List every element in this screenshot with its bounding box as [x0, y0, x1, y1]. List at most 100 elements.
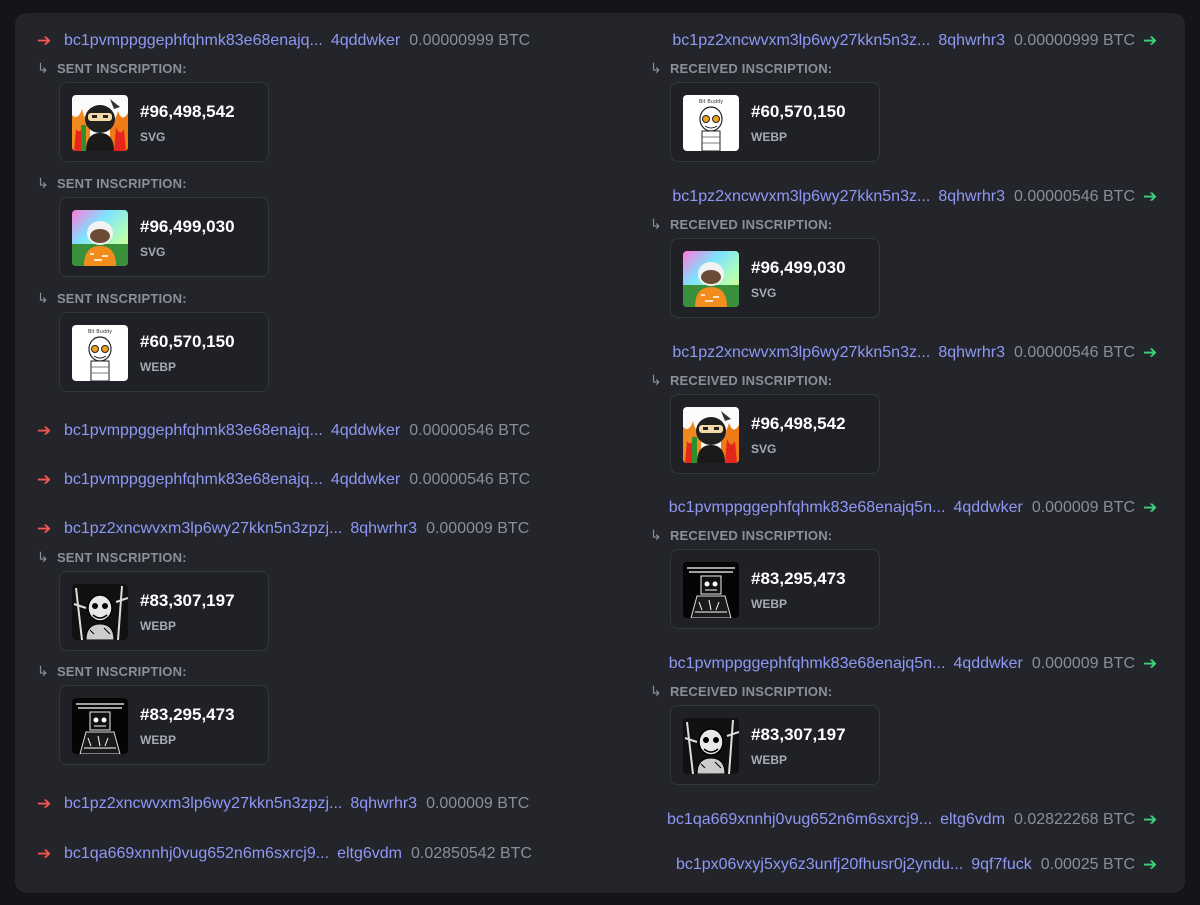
input-address-tail[interactable]: 4qddwker — [331, 32, 400, 50]
return-hook-icon: ↳ — [650, 215, 662, 232]
inscription-type: SVG — [140, 245, 166, 259]
input-address-link[interactable]: bc1qa669xnnhj0vug652n6m6sxrcj9... — [64, 845, 329, 863]
inscription-card[interactable]: #96,499,030 SVG — [59, 197, 269, 277]
input-address-link[interactable]: bc1pvmppggephfqhmk83e68enajq... — [64, 32, 323, 50]
inscription-thumbnail — [683, 407, 739, 463]
input-amount: 0.00000546 BTC — [409, 471, 531, 488]
input-row: ➔ bc1pvmppggephfqhmk83e68enajq... 4qddwk… — [37, 28, 530, 54]
inscription-card[interactable]: #83,307,197 WEBP — [670, 705, 880, 785]
input-amount: 0.000009 BTC — [426, 520, 530, 537]
inscription-card[interactable]: Bit Buddy #60,570,150 WEBP — [670, 82, 880, 162]
inscription-type: SVG — [140, 130, 166, 144]
output-address-link[interactable]: bc1px06vxyj5xy6z3unfj20fhusr0j2yndu... — [676, 856, 963, 874]
arrow-right-icon: ➔ — [1143, 855, 1158, 874]
output-amount: 0.00000999 BTC — [1014, 32, 1135, 49]
inscription-number: #96,499,030 — [751, 258, 846, 277]
input-address-link[interactable]: bc1pz2xncwvxm3lp6wy27kkn5n3zpzj... — [64, 795, 342, 813]
arrow-right-icon: ➔ — [37, 794, 52, 813]
input-address-link[interactable]: bc1pvmppggephfqhmk83e68enajq... — [64, 471, 323, 489]
output-address-tail[interactable]: 8qhwrhr3 — [938, 188, 1005, 206]
output-address-link[interactable]: bc1qa669xnnhj0vug652n6m6sxrcj9... — [667, 811, 932, 829]
output-address-tail[interactable]: 4qddwker — [953, 655, 1022, 673]
inscription-label: ↳ RECEIVED INSCRIPTION: — [650, 59, 833, 76]
output-address-tail[interactable]: 4qddwker — [953, 499, 1022, 517]
arrow-right-icon: ➔ — [37, 421, 52, 440]
input-address-tail[interactable]: 4qddwker — [331, 422, 400, 440]
return-hook-icon: ↳ — [650, 682, 662, 699]
return-hook-icon: ↳ — [37, 174, 49, 191]
arrow-right-icon: ➔ — [37, 519, 52, 538]
output-address-link[interactable]: bc1pvmppggephfqhmk83e68enajq5n... — [669, 655, 946, 673]
inscription-number: #96,498,542 — [751, 414, 846, 433]
inscription-card[interactable]: #96,498,542 SVG — [59, 82, 269, 162]
input-amount: 0.02850542 BTC — [411, 845, 532, 862]
inscription-label: ↳ SENT INSCRIPTION: — [37, 174, 187, 191]
input-amount: 0.00000999 BTC — [409, 32, 531, 49]
output-amount: 0.000009 BTC — [1031, 655, 1135, 672]
output-row: bc1pvmppggephfqhmk83e68enajq5n... 4qddwk… — [669, 495, 1163, 521]
output-address-link[interactable]: bc1pz2xncwvxm3lp6wy27kkn5n3z... — [672, 188, 930, 206]
inscription-label: ↳ SENT INSCRIPTION: — [37, 662, 187, 679]
inscription-number: #83,307,197 — [140, 591, 235, 610]
inscription-thumbnail: Bit Buddy — [72, 325, 128, 381]
output-amount: 0.02822268 BTC — [1014, 811, 1135, 828]
inscription-card[interactable]: #96,498,542 SVG — [670, 394, 880, 474]
output-amount: 0.000009 BTC — [1031, 499, 1135, 516]
inscription-card[interactable]: #83,295,473 WEBP — [670, 549, 880, 629]
return-hook-icon: ↳ — [650, 371, 662, 388]
input-address-link[interactable]: bc1pz2xncwvxm3lp6wy27kkn5n3zpzj... — [64, 520, 342, 538]
inscription-thumbnail: Bit Buddy — [683, 95, 739, 151]
output-address-tail[interactable]: 8qhwrhr3 — [938, 32, 1005, 50]
output-address-link[interactable]: bc1pz2xncwvxm3lp6wy27kkn5n3z... — [672, 32, 930, 50]
arrow-right-icon: ➔ — [1143, 187, 1158, 206]
arrow-right-icon: ➔ — [37, 470, 52, 489]
inscription-thumbnail — [683, 718, 739, 774]
input-amount: 0.000009 BTC — [426, 795, 530, 812]
inscription-type: SVG — [751, 286, 777, 300]
output-row: bc1px06vxyj5xy6z3unfj20fhusr0j2yndu... 9… — [676, 852, 1163, 878]
output-address-link[interactable]: bc1pvmppggephfqhmk83e68enajq5n... — [669, 499, 946, 517]
inscription-label: ↳ RECEIVED INSCRIPTION: — [650, 215, 833, 232]
inscription-thumbnail — [72, 584, 128, 640]
output-address-tail[interactable]: 8qhwrhr3 — [938, 344, 1005, 362]
inscription-thumbnail — [72, 210, 128, 266]
inscription-card[interactable]: #83,295,473 WEBP — [59, 685, 269, 765]
arrow-right-icon: ➔ — [37, 31, 52, 50]
input-address-tail[interactable]: 4qddwker — [331, 471, 400, 489]
arrow-right-icon: ➔ — [37, 844, 52, 863]
arrow-right-icon: ➔ — [1143, 654, 1158, 673]
inscription-card[interactable]: #96,499,030 SVG — [670, 238, 880, 318]
transaction-panel: ➔ bc1pvmppggephfqhmk83e68enajq... 4qddwk… — [15, 13, 1185, 893]
inscription-number: #83,295,473 — [140, 705, 235, 724]
output-row: bc1pvmppggephfqhmk83e68enajq5n... 4qddwk… — [669, 651, 1163, 677]
output-row: bc1pz2xncwvxm3lp6wy27kkn5n3z... 8qhwrhr3… — [672, 28, 1163, 54]
arrow-right-icon: ➔ — [1143, 343, 1158, 362]
input-address-tail[interactable]: eltg6vdm — [337, 845, 402, 863]
inscription-number: #83,307,197 — [751, 725, 846, 744]
input-row: ➔ bc1pz2xncwvxm3lp6wy27kkn5n3zpzj... 8qh… — [37, 516, 529, 542]
inscription-type: WEBP — [140, 733, 176, 747]
inscription-thumbnail — [72, 95, 128, 151]
input-address-link[interactable]: bc1pvmppggephfqhmk83e68enajq... — [64, 422, 323, 440]
inscription-thumbnail — [683, 251, 739, 307]
inscription-thumbnail — [683, 562, 739, 618]
input-address-tail[interactable]: 8qhwrhr3 — [350, 520, 417, 538]
output-address-link[interactable]: bc1pz2xncwvxm3lp6wy27kkn5n3z... — [672, 344, 930, 362]
inscription-type: WEBP — [140, 360, 176, 374]
inscription-label: ↳ RECEIVED INSCRIPTION: — [650, 526, 833, 543]
svg-text:Bit Buddy: Bit Buddy — [88, 329, 112, 335]
arrow-right-icon: ➔ — [1143, 498, 1158, 517]
input-row: ➔ bc1pvmppggephfqhmk83e68enajq... 4qddwk… — [37, 418, 530, 444]
arrow-right-icon: ➔ — [1143, 31, 1158, 50]
inscription-card[interactable]: Bit Buddy #60,570,150 WEBP — [59, 312, 269, 392]
input-address-tail[interactable]: 8qhwrhr3 — [350, 795, 417, 813]
return-hook-icon: ↳ — [37, 289, 49, 306]
output-amount: 0.00000546 BTC — [1014, 188, 1135, 205]
inscription-type: WEBP — [751, 130, 787, 144]
inscription-card[interactable]: #83,307,197 WEBP — [59, 571, 269, 651]
return-hook-icon: ↳ — [37, 59, 49, 76]
output-row: bc1pz2xncwvxm3lp6wy27kkn5n3z... 8qhwrhr3… — [672, 340, 1163, 366]
output-address-tail[interactable]: 9qf7fuck — [971, 856, 1031, 874]
inscription-label: ↳ RECEIVED INSCRIPTION: — [650, 682, 833, 699]
output-address-tail[interactable]: eltg6vdm — [940, 811, 1005, 829]
